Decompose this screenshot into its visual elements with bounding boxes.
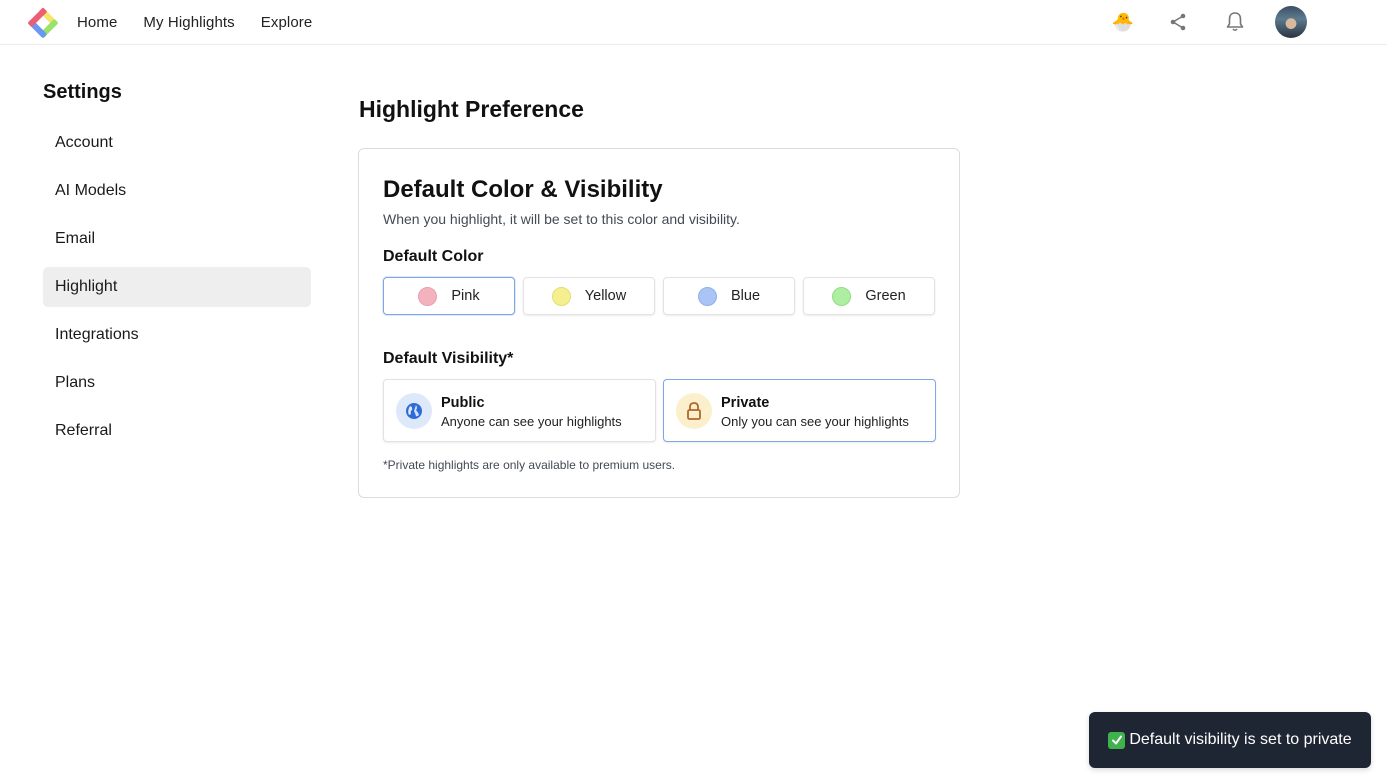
lock-icon	[676, 393, 712, 429]
visibility-option-description: Anyone can see your highlights	[441, 414, 622, 429]
color-option-label: Green	[865, 288, 906, 304]
sidebar-item-email[interactable]: Email	[43, 219, 311, 259]
default-visibility-label: Default Visibility*	[383, 350, 514, 367]
sidebar-item-label: Integrations	[55, 326, 139, 343]
app-logo[interactable]	[26, 6, 60, 40]
main-nav: Home My Highlights Explore	[77, 0, 312, 45]
nav-explore[interactable]: Explore	[261, 14, 313, 31]
visibility-option-public[interactable]: Public Anyone can see your highlights	[383, 379, 656, 442]
sidebar-item-label: AI Models	[55, 182, 127, 199]
top-navigation-bar: Home My Highlights Explore 🐣	[0, 0, 1387, 45]
hatching-chick-icon[interactable]: 🐣	[1108, 7, 1138, 37]
default-color-visibility-card: Default Color & Visibility When you high…	[358, 148, 960, 498]
color-option-label: Yellow	[584, 288, 627, 304]
color-option-blue[interactable]: Blue	[663, 277, 795, 315]
visibility-option-title: Public	[441, 395, 485, 411]
color-option-yellow[interactable]: Yellow	[523, 277, 655, 315]
sidebar-item-highlight[interactable]: Highlight	[43, 267, 311, 307]
bell-icon[interactable]	[1220, 7, 1250, 37]
page-title: Highlight Preference	[359, 96, 584, 122]
sidebar-item-referral[interactable]: Referral	[43, 411, 311, 451]
sidebar-item-account[interactable]: Account	[43, 123, 311, 163]
globe-icon	[396, 393, 432, 429]
sidebar-item-integrations[interactable]: Integrations	[43, 315, 311, 355]
sidebar-item-plans[interactable]: Plans	[43, 363, 311, 403]
card-title: Default Color & Visibility	[383, 176, 663, 203]
default-color-label: Default Color	[383, 248, 484, 265]
color-option-label: Pink	[451, 288, 480, 304]
card-subtitle: When you highlight, it will be set to th…	[383, 211, 740, 227]
sidebar-item-label: Plans	[55, 374, 96, 391]
nav-my-highlights[interactable]: My Highlights	[143, 14, 234, 31]
pink-swatch-icon	[418, 286, 438, 306]
visibility-option-title: Private	[721, 395, 770, 411]
visibility-option-private[interactable]: Private Only you can see your highlights	[663, 379, 936, 442]
color-option-pink[interactable]: Pink	[383, 277, 515, 315]
visibility-option-description: Only you can see your highlights	[721, 414, 909, 429]
sidebar-item-label: Referral	[55, 422, 112, 439]
avatar[interactable]	[1275, 6, 1307, 38]
premium-note: *Private highlights are only available t…	[383, 458, 676, 472]
share-icon[interactable]	[1163, 7, 1193, 37]
color-option-label: Blue	[730, 288, 761, 304]
blue-swatch-icon	[697, 286, 717, 306]
check-mark-icon	[1108, 731, 1126, 749]
green-swatch-icon	[832, 286, 852, 306]
color-option-green[interactable]: Green	[803, 277, 935, 315]
sidebar-item-label: Highlight	[55, 278, 118, 295]
nav-home[interactable]: Home	[77, 14, 117, 31]
sidebar-title: Settings	[43, 81, 122, 103]
sidebar-item-label: Account	[55, 134, 113, 151]
sidebar-item-ai-models[interactable]: AI Models	[43, 171, 311, 211]
yellow-swatch-icon	[551, 286, 571, 306]
sidebar-item-label: Email	[55, 230, 96, 247]
chick-emoji: 🐣	[1111, 12, 1135, 32]
toast-notification: Default visibility is set to private	[1089, 712, 1371, 768]
toast-message: Default visibility is set to private	[1129, 731, 1352, 748]
